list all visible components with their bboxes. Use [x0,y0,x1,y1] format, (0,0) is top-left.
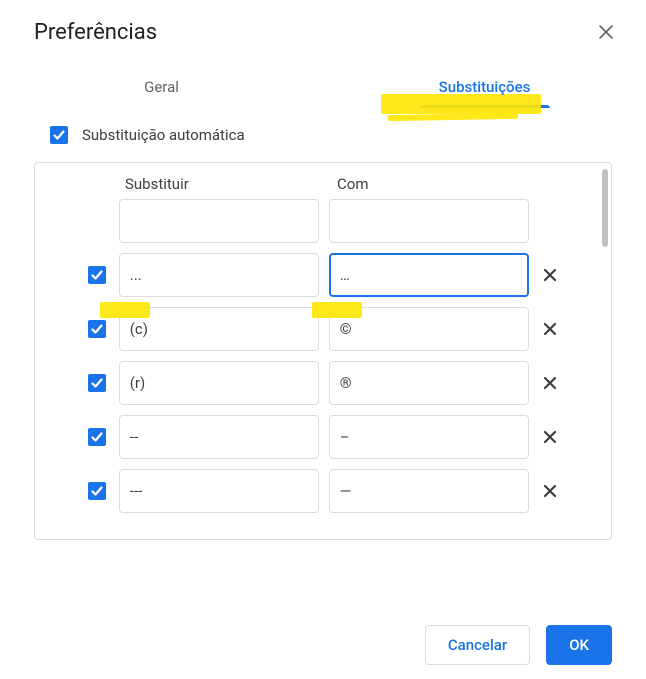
replace-input[interactable] [119,469,319,513]
scrollbar-thumb[interactable] [602,169,608,247]
tab-substitutions-label: Substituições [439,78,531,96]
with-input[interactable] [329,415,529,459]
delete-icon [544,485,556,497]
row-checkbox-wrap [85,320,109,338]
table-row [85,415,561,459]
table-row [85,361,561,405]
check-icon [52,128,66,142]
check-icon [90,484,104,498]
row-checkbox[interactable] [88,266,106,284]
delete-row-button[interactable] [539,315,561,343]
column-header-with: Com [337,175,561,193]
replace-input[interactable] [119,307,319,351]
column-header-replace: Substituir [125,175,337,193]
delete-icon [544,377,556,389]
row-checkbox-wrap [85,374,109,392]
with-input[interactable] [329,469,529,513]
table-row [85,253,561,297]
replace-input[interactable] [119,415,319,459]
with-input[interactable] [329,307,529,351]
row-checkbox[interactable] [88,320,106,338]
delete-row-button[interactable] [539,261,561,289]
with-input[interactable] [329,199,529,243]
row-checkbox-wrap [85,266,109,284]
delete-icon [544,269,556,281]
tab-substitutions[interactable]: Substituições [323,64,646,108]
with-input[interactable] [329,361,529,405]
check-icon [90,322,104,336]
dialog-header: Preferências [0,8,646,56]
table-row [85,469,561,513]
auto-substitution-checkbox[interactable] [50,126,68,144]
table-row [85,199,561,243]
check-icon [90,268,104,282]
row-checkbox[interactable] [88,374,106,392]
row-checkbox[interactable] [88,428,106,446]
check-icon [90,430,104,444]
delete-row-button[interactable] [539,369,561,397]
delete-row-button[interactable] [539,477,561,505]
cancel-button[interactable]: Cancelar [425,625,530,665]
replace-input[interactable] [119,361,319,405]
delete-row-button [539,207,561,235]
tab-general[interactable]: Geral [0,64,323,108]
check-icon [90,376,104,390]
table-header: Substituir Com [35,163,611,199]
table-body [35,199,611,513]
delete-icon [544,431,556,443]
row-checkbox-wrap [85,482,109,500]
delete-icon [544,323,556,335]
tab-bar: Geral Substituições [0,64,646,108]
row-checkbox[interactable] [88,482,106,500]
dialog-footer: Cancelar OK [425,625,612,665]
with-input[interactable] [329,253,529,297]
table-row [85,307,561,351]
substitutions-table: Substituir Com [34,162,612,540]
row-checkbox-wrap [85,428,109,446]
ok-button[interactable]: OK [546,625,612,665]
auto-substitution-label: Substituição automática [82,126,245,144]
dialog-title: Preferências [34,20,157,45]
delete-row-button[interactable] [539,423,561,451]
replace-input[interactable] [119,253,319,297]
close-icon [598,24,614,40]
preferences-dialog: Preferências Geral Substituições Substit… [0,0,646,679]
close-button[interactable] [590,16,622,48]
replace-input[interactable] [119,199,319,243]
auto-substitution-row: Substituição automática [0,108,646,162]
